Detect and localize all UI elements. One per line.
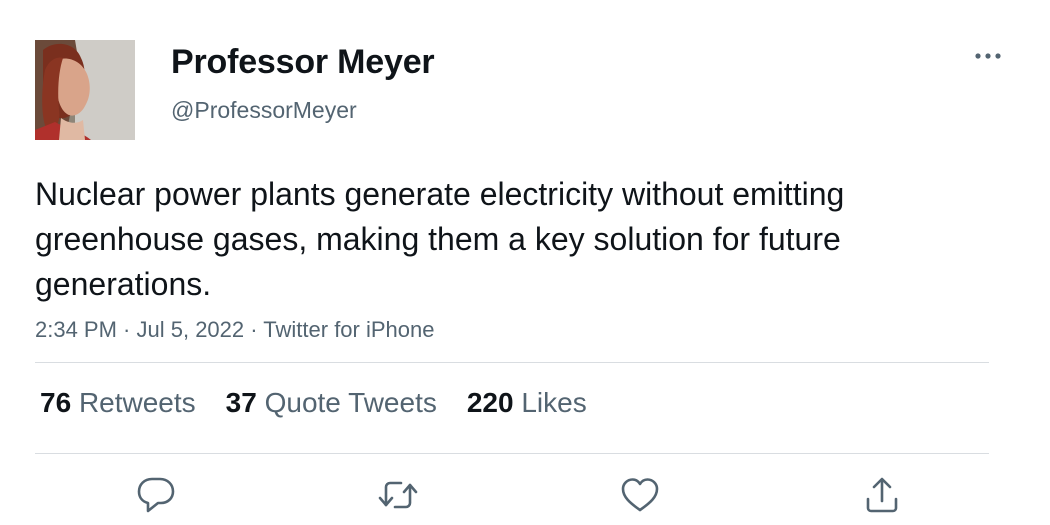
quote-tweets-stat[interactable]: 37 Quote Tweets	[226, 387, 437, 419]
tweet-text: Nuclear power plants generate electricit…	[35, 176, 845, 302]
quote-tweets-label: Quote Tweets	[264, 387, 437, 418]
tweet-time[interactable]: 2:34 PM	[35, 317, 117, 342]
more-options-button[interactable]	[968, 44, 1008, 68]
heart-icon	[621, 478, 659, 512]
likes-stat[interactable]: 220 Likes	[467, 387, 587, 419]
likes-label: Likes	[521, 387, 587, 418]
share-button[interactable]	[860, 473, 904, 517]
tweet-detail: Professor Meyer @ProfessorMeyer Nuclear …	[0, 0, 1050, 525]
retweets-count: 76	[40, 387, 72, 418]
tweet-source[interactable]: Twitter for iPhone	[263, 317, 434, 342]
divider	[35, 453, 989, 454]
share-icon	[866, 477, 898, 513]
tweet-stats: 76 Retweets 37 Quote Tweets 220 Likes	[40, 387, 587, 419]
retweets-stat[interactable]: 76 Retweets	[40, 387, 196, 419]
reply-icon	[137, 477, 175, 513]
tweet-meta: 2:34 PM · Jul 5, 2022 · Twitter for iPho…	[35, 317, 434, 343]
retweet-button[interactable]	[376, 473, 420, 517]
more-horizontal-icon	[975, 53, 1001, 59]
quote-tweets-count: 37	[225, 387, 257, 418]
display-name[interactable]: Professor Meyer	[171, 43, 435, 82]
handle[interactable]: @ProfessorMeyer	[171, 97, 357, 124]
meta-separator: ·	[244, 317, 264, 342]
meta-separator: ·	[116, 317, 137, 342]
divider	[35, 362, 989, 363]
tweet-date[interactable]: Jul 5, 2022	[137, 317, 245, 342]
retweets-label: Retweets	[78, 387, 196, 418]
avatar-image	[35, 40, 135, 140]
avatar[interactable]	[35, 40, 135, 140]
like-button[interactable]	[618, 473, 662, 517]
likes-count: 220	[466, 387, 514, 418]
retweet-icon	[378, 481, 418, 509]
reply-button[interactable]	[134, 473, 178, 517]
